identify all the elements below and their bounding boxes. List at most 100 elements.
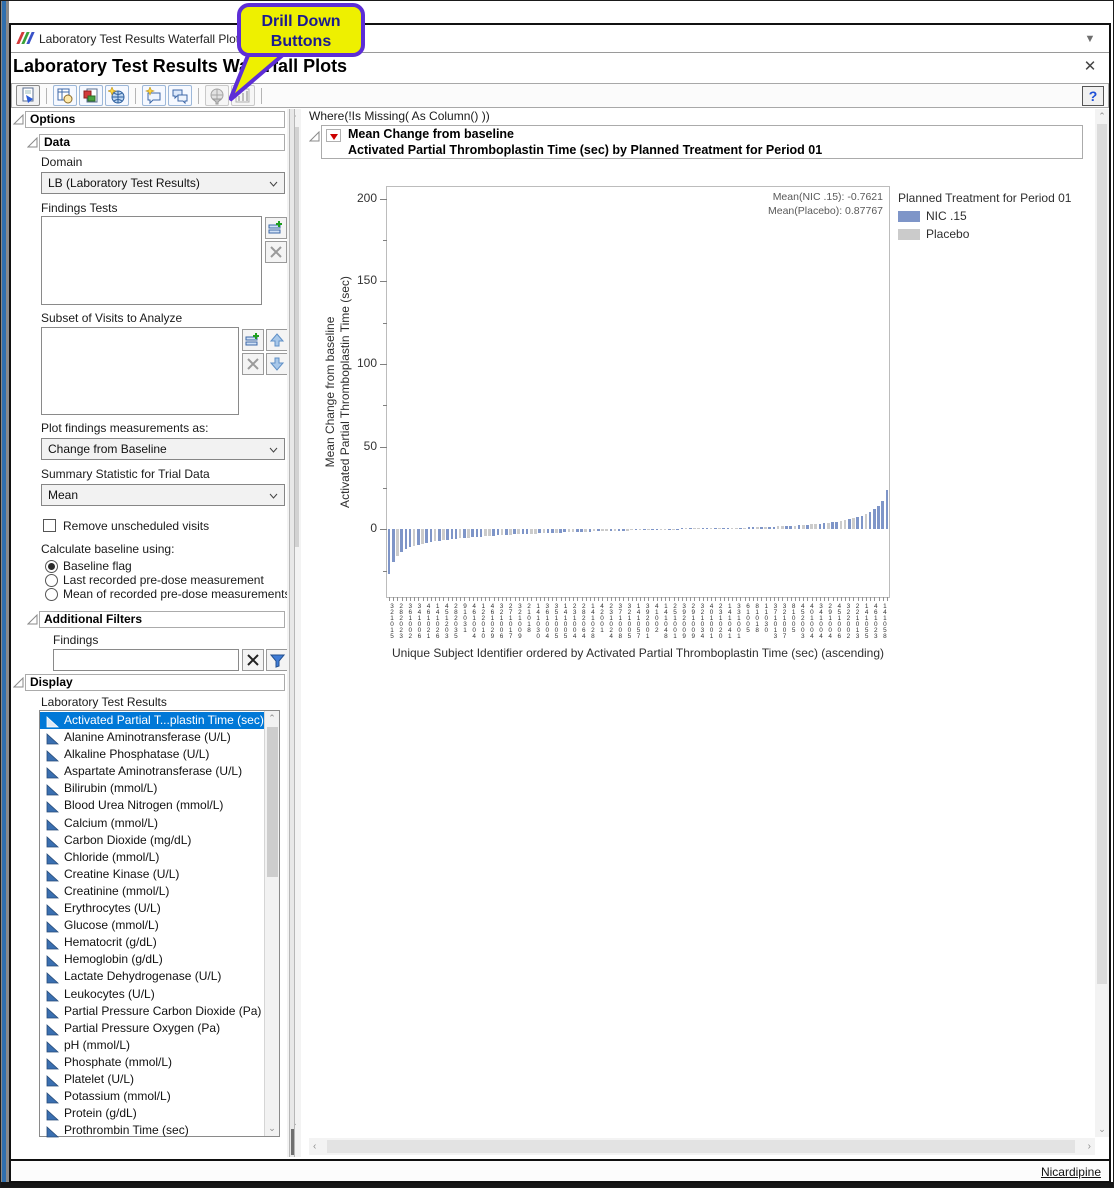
splitter-grip[interactable] — [291, 1129, 294, 1155]
waterfall-bar[interactable] — [789, 526, 792, 529]
waterfall-bar[interactable] — [622, 529, 625, 530]
remove-visits-button[interactable] — [242, 353, 264, 375]
waterfall-bar[interactable] — [413, 529, 416, 546]
waterfall-bar[interactable] — [421, 529, 424, 543]
waterfall-bar[interactable] — [630, 529, 633, 530]
waterfall-bar[interactable] — [392, 529, 395, 562]
waterfall-bar[interactable] — [446, 529, 449, 540]
waterfall-bar[interactable] — [794, 526, 797, 530]
display-disclosure-icon[interactable] — [13, 677, 24, 688]
waterfall-bar[interactable] — [656, 529, 659, 530]
waterfall-bar[interactable] — [835, 522, 838, 530]
test-list-item[interactable]: Creatinine (mmol/L) — [40, 883, 264, 900]
waterfall-bar[interactable] — [409, 529, 412, 547]
scroll-thumb[interactable] — [1097, 124, 1107, 984]
additional-filters-disclosure-icon[interactable] — [27, 614, 38, 625]
waterfall-bar[interactable] — [718, 528, 721, 529]
waterfall-bar[interactable] — [451, 529, 454, 539]
test-list-item[interactable]: Prothrombin Time (sec) — [40, 1122, 264, 1139]
test-list-item[interactable]: Protein (g/dL) — [40, 1105, 264, 1122]
scroll-down-icon[interactable]: ⌄ — [1095, 1124, 1109, 1135]
waterfall-bar[interactable] — [593, 529, 596, 531]
waterfall-bar[interactable] — [668, 529, 671, 530]
waterfall-bar[interactable] — [831, 522, 834, 529]
waterfall-bar[interactable] — [547, 529, 550, 533]
waterfall-bar[interactable] — [576, 529, 579, 532]
data-table-icon[interactable] — [53, 85, 77, 106]
radio-baseline-flag[interactable] — [45, 560, 58, 573]
waterfall-bar[interactable] — [484, 529, 487, 536]
test-list-item[interactable]: Platelet (U/L) — [40, 1071, 264, 1088]
waterfall-bar[interactable] — [685, 528, 688, 529]
scroll-up-icon[interactable]: ⌃ — [1095, 111, 1109, 122]
test-list-item[interactable]: Potassium (mmol/L) — [40, 1088, 264, 1105]
waterfall-bar[interactable] — [773, 527, 776, 530]
waterfall-bar[interactable] — [425, 529, 428, 543]
waterfall-bar[interactable] — [522, 529, 525, 534]
waterfall-bar[interactable] — [785, 526, 788, 529]
window-shade-icon[interactable]: ▼ — [1083, 33, 1097, 45]
waterfall-bar[interactable] — [563, 529, 566, 532]
waterfall-bar[interactable] — [471, 529, 474, 537]
scroll-up-icon[interactable]: ⌃ — [265, 713, 279, 724]
section-disclosure-icon[interactable] — [309, 131, 320, 142]
add-tests-button[interactable] — [265, 217, 287, 239]
waterfall-bar[interactable] — [434, 529, 437, 541]
waterfall-bar[interactable] — [405, 529, 408, 549]
test-list-item[interactable]: pH (mmol/L) — [40, 1037, 264, 1054]
study-link[interactable]: Nicardipine — [1041, 1165, 1101, 1179]
waterfall-bar[interactable] — [869, 512, 872, 529]
waterfall-bar[interactable] — [664, 529, 667, 530]
report-hscrollbar[interactable]: ‹ › — [309, 1138, 1095, 1155]
waterfall-bar[interactable] — [601, 529, 604, 531]
waterfall-bar[interactable] — [526, 529, 529, 534]
waterfall-bar[interactable] — [597, 529, 600, 531]
red-triangle-menu-icon[interactable] — [326, 129, 341, 142]
waterfall-bar[interactable] — [467, 529, 470, 538]
waterfall-bar[interactable] — [388, 529, 391, 574]
test-list-item[interactable]: Alkaline Phosphatase (U/L) — [40, 746, 264, 763]
waterfall-bar[interactable] — [710, 528, 713, 529]
display-header[interactable]: Display — [25, 674, 285, 691]
waterfall-bar[interactable] — [722, 528, 725, 529]
waterfall-bar[interactable] — [768, 527, 771, 529]
findings-tests-listbox[interactable] — [41, 216, 262, 305]
findings-filter-input[interactable] — [53, 649, 239, 671]
add-visits-button[interactable] — [242, 329, 264, 351]
save-image-icon[interactable] — [79, 85, 103, 106]
plot-as-select[interactable]: Change from Baseline — [41, 438, 285, 460]
waterfall-bar[interactable] — [639, 529, 642, 530]
waterfall-bar[interactable] — [559, 529, 562, 532]
waterfall-bar[interactable] — [492, 529, 495, 536]
waterfall-bar[interactable] — [509, 529, 512, 535]
waterfall-bar[interactable] — [873, 509, 876, 529]
test-list-item[interactable]: Partial Pressure Carbon Dioxide (Pa) — [40, 1003, 264, 1020]
move-up-button[interactable] — [266, 329, 288, 351]
waterfall-bar[interactable] — [689, 528, 692, 529]
test-list-item[interactable]: Bilirubin (mmol/L) — [40, 780, 264, 797]
waterfall-bar[interactable] — [530, 529, 533, 533]
publish-web-icon[interactable] — [105, 85, 129, 106]
waterfall-bar[interactable] — [672, 529, 675, 530]
waterfall-bar[interactable] — [739, 528, 742, 529]
waterfall-bar[interactable] — [580, 529, 583, 531]
waterfall-bar[interactable] — [802, 525, 805, 529]
waterfall-bar[interactable] — [852, 518, 855, 529]
waterfall-bar[interactable] — [396, 529, 399, 555]
scroll-right-icon[interactable]: › — [1088, 1141, 1091, 1152]
waterfall-bar[interactable] — [480, 529, 483, 537]
waterfall-bar[interactable] — [618, 529, 621, 530]
test-list-item[interactable]: Chloride (mmol/L) — [40, 849, 264, 866]
test-list-item[interactable]: Blood Urea Nitrogen (mmol/L) — [40, 797, 264, 814]
waterfall-bar[interactable] — [777, 526, 780, 529]
test-list-item[interactable]: Hematocrit (g/dL) — [40, 934, 264, 951]
waterfall-bar[interactable] — [555, 529, 558, 532]
test-list-item[interactable]: Aspartate Aminotransferase (U/L) — [40, 763, 264, 780]
scroll-thumb[interactable] — [267, 727, 278, 877]
waterfall-bar[interactable] — [781, 526, 784, 529]
waterfall-bar[interactable] — [731, 528, 734, 529]
help-icon[interactable]: ? — [1082, 86, 1104, 106]
waterfall-bar[interactable] — [626, 529, 629, 530]
test-list-item[interactable]: Erythrocytes (U/L) — [40, 900, 264, 917]
waterfall-bar[interactable] — [814, 524, 817, 529]
